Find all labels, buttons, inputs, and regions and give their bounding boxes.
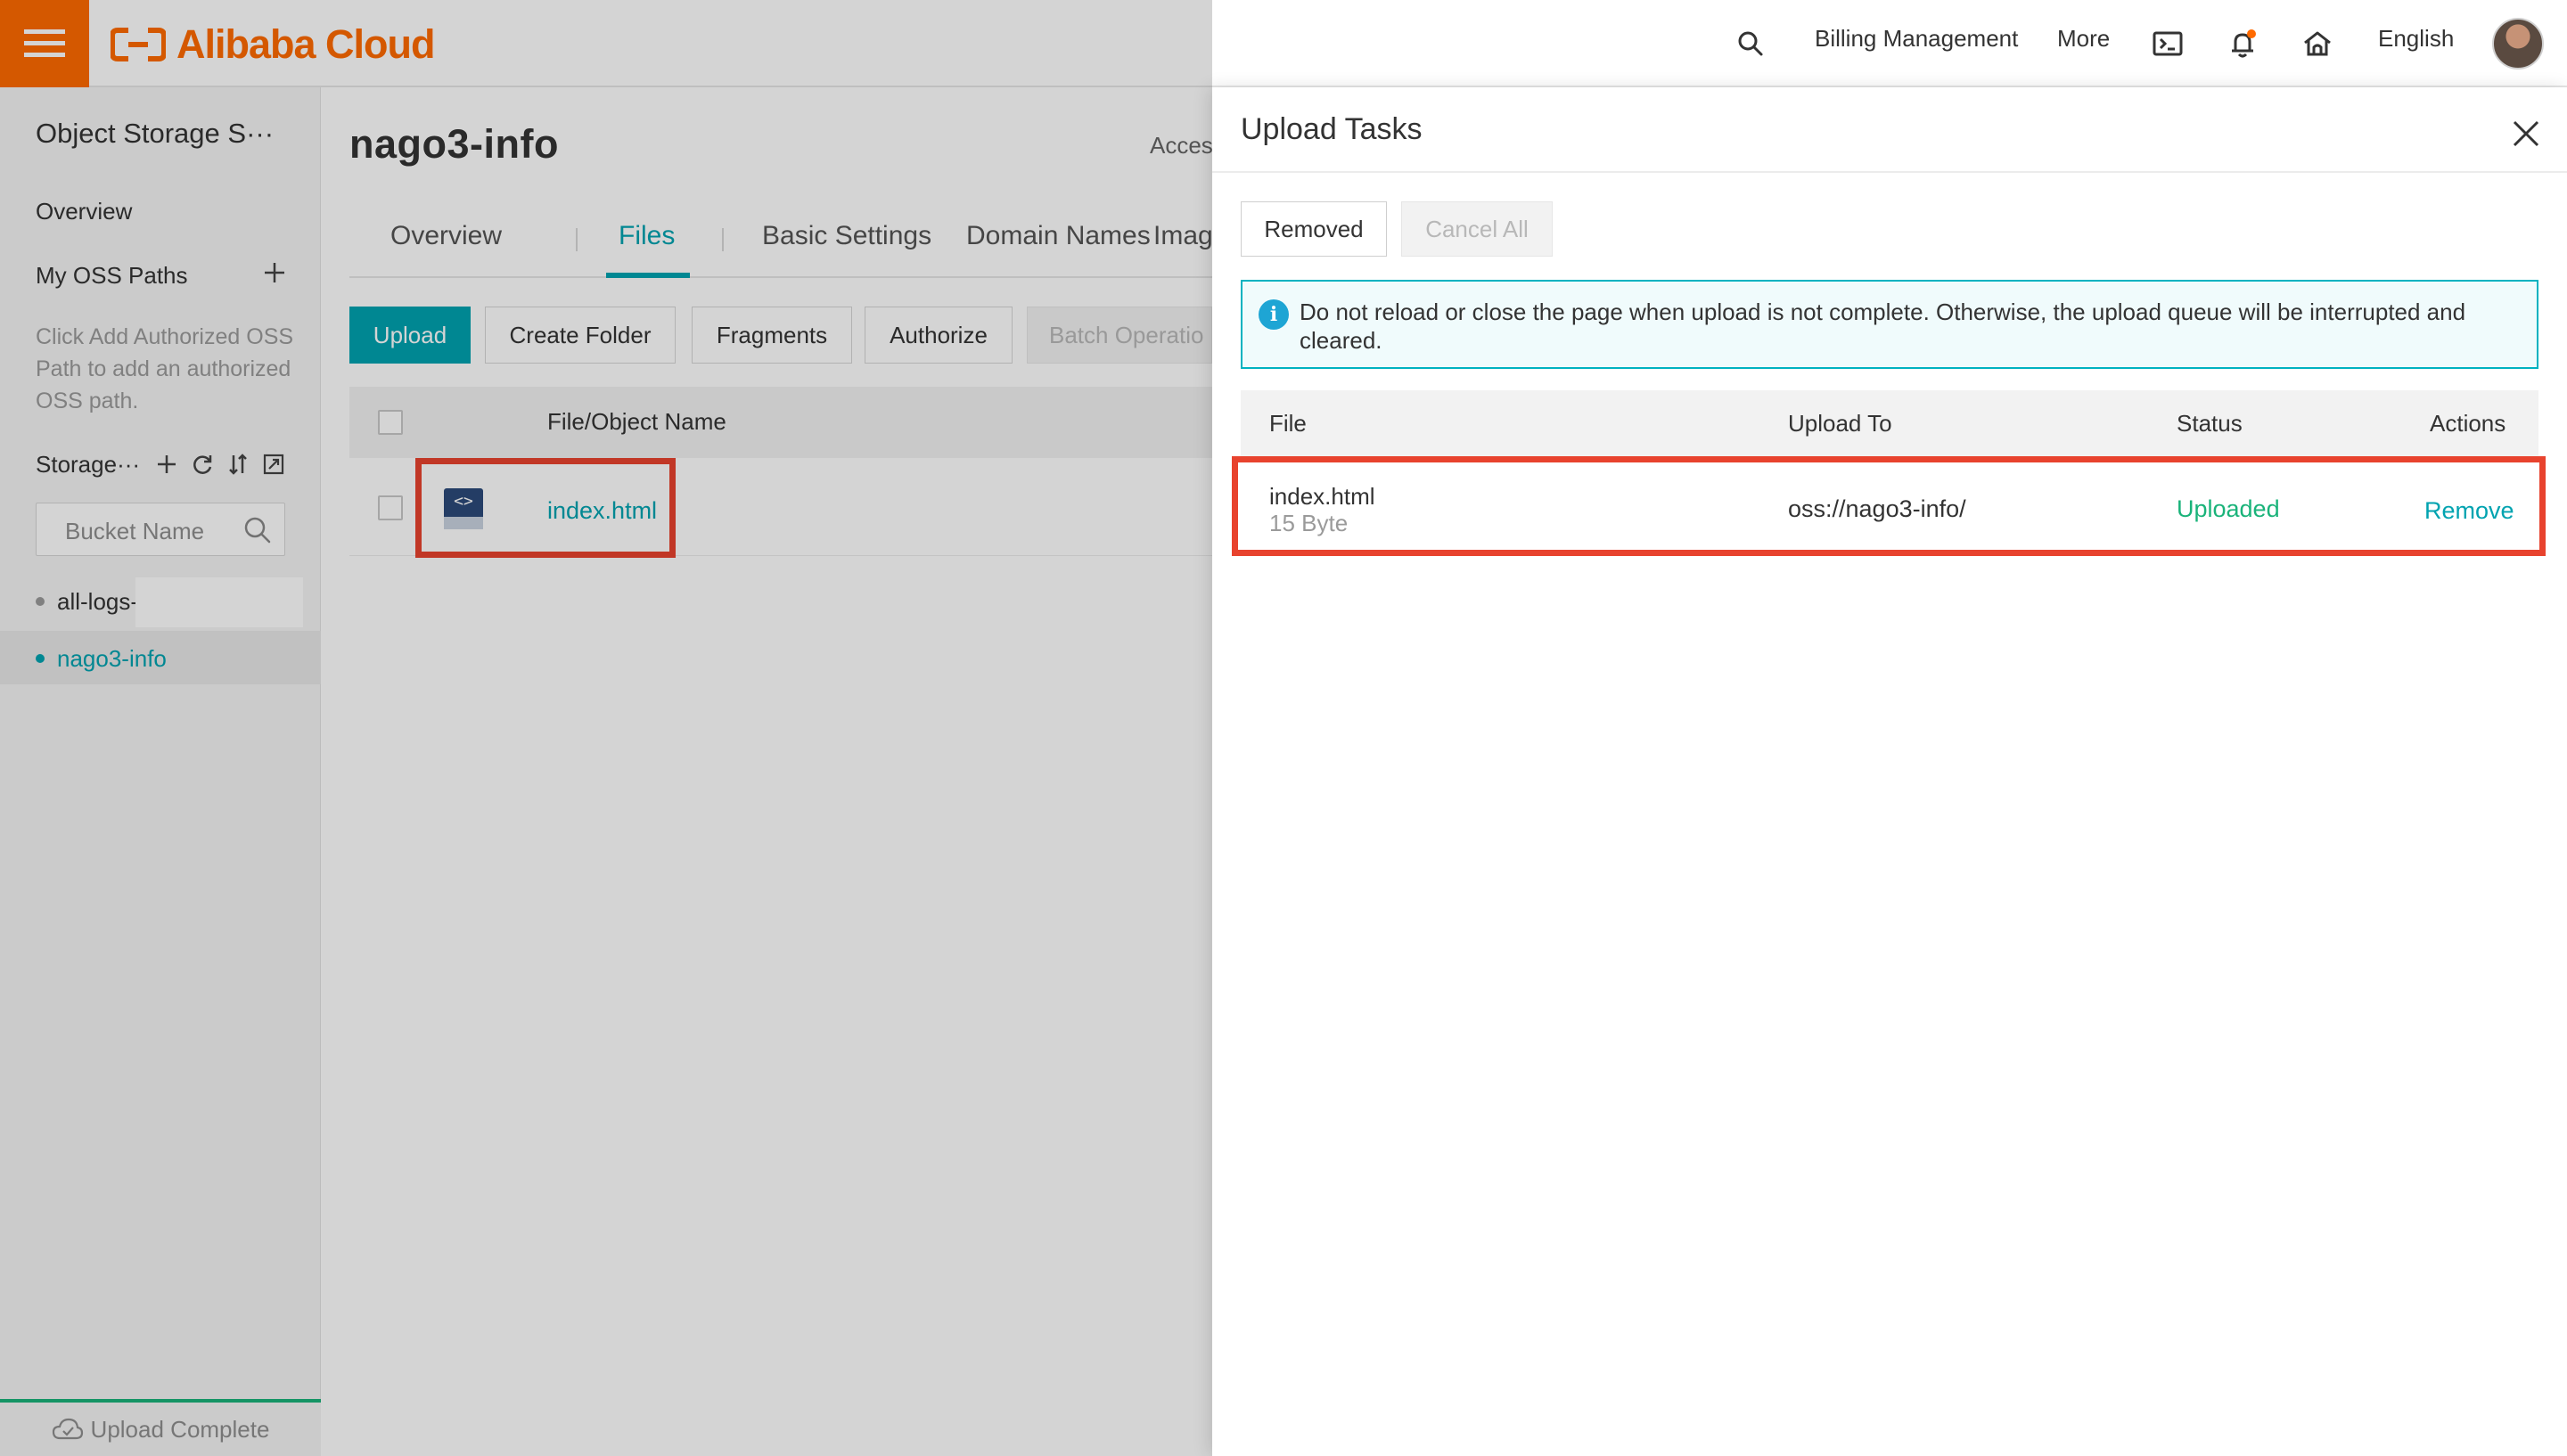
language-selector[interactable]: English — [2378, 25, 2454, 53]
billing-management-link[interactable]: Billing Management — [1815, 25, 2018, 53]
user-avatar[interactable] — [2492, 18, 2544, 70]
close-panel-button[interactable] — [2508, 116, 2544, 151]
notifications-button[interactable] — [2223, 24, 2262, 63]
app-root: Alibaba Cloud Billing Management More En… — [0, 0, 2567, 1456]
cancel-all-button[interactable]: Cancel All — [1401, 201, 1553, 257]
upload-tasks-panel: Upload Tasks Removed Cancel All i Do not… — [1212, 87, 2567, 1456]
panel-divider — [1212, 171, 2567, 173]
notice-text: Do not reload or close the page when upl… — [1300, 299, 2466, 354]
search-icon — [1738, 31, 1763, 56]
panel-title: Upload Tasks — [1241, 112, 1423, 146]
cloud-shell-button[interactable] — [2148, 24, 2187, 63]
home-icon — [2304, 31, 2331, 56]
upload-table-header: File Upload To Status Actions — [1241, 390, 2538, 456]
close-icon — [2513, 120, 2539, 147]
column-actions: Actions — [2430, 410, 2506, 437]
column-upload-to: Upload To — [1788, 410, 1892, 437]
info-icon: i — [1259, 299, 1289, 330]
column-file: File — [1269, 410, 1307, 437]
column-status: Status — [2177, 410, 2243, 437]
bell-icon — [2232, 29, 2256, 58]
highlight-box-upload-row — [1232, 456, 2546, 556]
more-menu[interactable]: More — [2057, 25, 2110, 53]
removed-button[interactable]: Removed — [1241, 201, 1387, 257]
modal-backdrop[interactable] — [0, 0, 1212, 1456]
upload-notice: i Do not reload or close the page when u… — [1241, 280, 2538, 369]
terminal-icon — [2153, 31, 2183, 56]
global-search-button[interactable] — [1731, 24, 1770, 63]
home-button[interactable] — [2298, 24, 2337, 63]
